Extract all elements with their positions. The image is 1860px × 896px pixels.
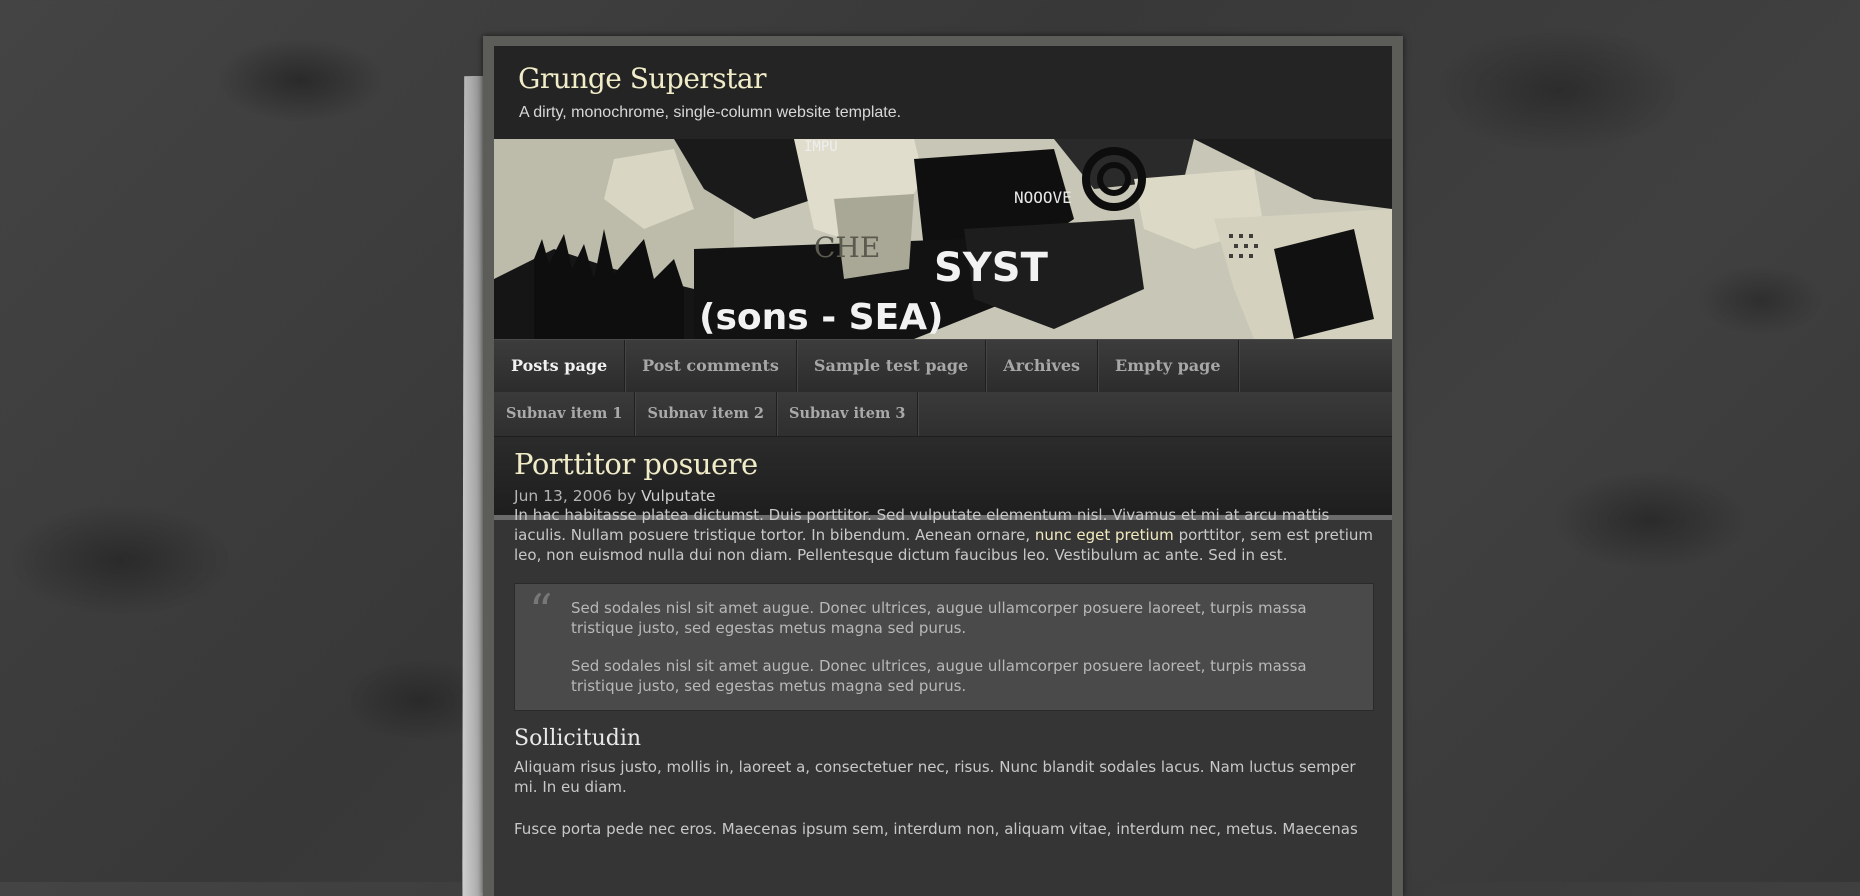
body-paragraph: Aliquam risus justo, mollis in, laoreet … [514,758,1356,796]
banner-text-syst: SYST [934,245,1049,291]
banner-text-impu: IMPU [804,139,838,155]
quote-paragraph: Sed sodales nisl sit amet augue. Donec u… [571,599,1307,637]
nav-item-empty-page[interactable]: Empty page [1098,340,1239,392]
site-title[interactable]: Grunge Superstar [518,62,767,95]
post-author-link[interactable]: Vulputate [641,487,716,505]
nav-item-posts-page[interactable]: Posts page [494,340,626,392]
quote-paragraph: Sed sodales nisl sit amet augue. Donec u… [571,657,1307,695]
header-banner-image: IMPU NOOOVE SYST (sons - SEA) CHE [494,139,1392,339]
sub-nav: Subnav item 1 Subnav item 2 Subnav item … [494,392,1392,437]
banner-text-nooove: NOOOVE [1014,188,1072,207]
quote-mark-icon: “ [529,584,553,638]
site-tagline: A dirty, monochrome, single-column websi… [519,104,902,121]
post-meta: Jun 13, 2006 by Vulputate [514,487,716,505]
nav-item-post-comments[interactable]: Post comments [625,340,797,392]
subnav-item-2[interactable]: Subnav item 2 [635,392,777,436]
post-body: In hac habitasse platea dictumst. Duis p… [514,505,1374,839]
subnav-item-1[interactable]: Subnav item 1 [494,392,636,436]
banner-text-che: CHE [814,231,880,264]
intro-inline-link[interactable]: nunc eget pretium [1035,526,1174,544]
post-intro-paragraph: In hac habitasse platea dictumst. Duis p… [514,505,1374,565]
post-title[interactable]: Porttitor posuere [514,447,758,481]
post-by: by [617,487,637,505]
subnav-item-3[interactable]: Subnav item 3 [777,392,919,436]
body-paragraph: Fusce porta pede nec eros. Maecenas ipsu… [514,820,1358,838]
nav-item-archives[interactable]: Archives [986,340,1099,392]
blockquote: “ Sed sodales nisl sit amet augue. Donec… [514,583,1374,711]
site-header: Grunge Superstar A dirty, monochrome, si… [494,46,1392,139]
banner-text-sons-sea: (sons - SEA) [699,297,944,338]
nav-item-sample-test-page[interactable]: Sample test page [797,340,987,392]
section-heading: Sollicitudin [514,726,642,751]
main-nav: Posts page Post comments Sample test pag… [494,339,1392,393]
post-date: Jun 13, 2006 [514,487,613,505]
